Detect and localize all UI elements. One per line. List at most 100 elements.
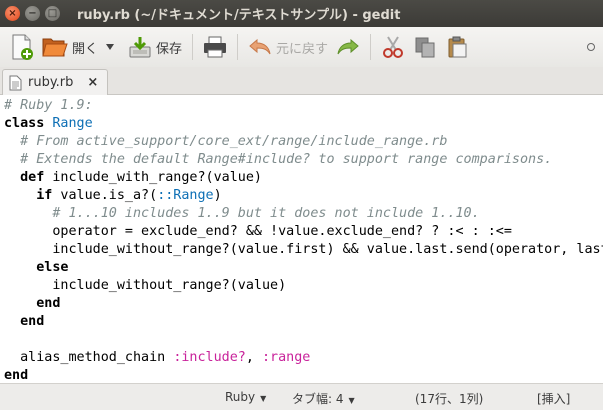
cut-button[interactable] bbox=[377, 31, 409, 63]
tab-label: ruby.rb bbox=[28, 75, 74, 90]
open-button[interactable]: 開く bbox=[38, 31, 102, 63]
scissors-icon bbox=[383, 36, 404, 58]
code-token-const: Range bbox=[52, 116, 93, 131]
dropdown-arrow-icon: ▼ bbox=[260, 394, 267, 403]
save-button-label: 保存 bbox=[156, 41, 183, 57]
code-line: # Ruby 1.9: bbox=[4, 97, 603, 115]
copy-button[interactable] bbox=[409, 31, 441, 63]
toolbar-separator bbox=[370, 34, 372, 60]
code-line: alias_method_chain :include?, :range bbox=[4, 349, 603, 367]
text-file-icon bbox=[9, 75, 22, 90]
tab-width-label: タブ幅: 4 bbox=[292, 392, 344, 406]
undo-button-label: 元に戻す bbox=[276, 41, 329, 57]
code-token-plain: ) bbox=[213, 188, 222, 203]
redo-icon bbox=[337, 38, 359, 55]
code-token-plain: include_with_range?(value) bbox=[44, 170, 262, 185]
code-line: # 1...10 includes 1..9 but it does not i… bbox=[4, 205, 603, 223]
code-line: if value.is_a?(::Range) bbox=[4, 187, 603, 205]
code-token-comment: # From active_support/core_ext/range/inc… bbox=[20, 134, 448, 149]
code-token-comment: # 1...10 includes 1..9 but it does not i… bbox=[52, 206, 480, 221]
code-line: end bbox=[4, 313, 603, 331]
language-label: Ruby bbox=[225, 390, 256, 404]
language-selector[interactable]: Ruby ▼ bbox=[225, 390, 266, 404]
toolbar-overflow-icon bbox=[587, 43, 595, 51]
window-title: ruby.rb (~/ドキュメント/テキストサンプル) - gedit bbox=[77, 8, 401, 23]
statusbar: Ruby ▼ タブ幅: 4 ▼ (17行、1列) [挿入] bbox=[0, 383, 603, 410]
folder-open-icon bbox=[42, 38, 68, 57]
redo-button[interactable] bbox=[332, 31, 364, 63]
insert-mode-indicator: [挿入] bbox=[537, 392, 571, 406]
code-token-plain: , bbox=[245, 350, 262, 365]
tab-width-selector[interactable]: タブ幅: 4 ▼ bbox=[292, 390, 355, 407]
tab-close-button[interactable]: × bbox=[87, 75, 98, 90]
copy-icon bbox=[415, 37, 435, 58]
code-token-comment: # Extends the default Range#include? to … bbox=[20, 152, 553, 167]
code-text: # Ruby 1.9: class Range # From active_sup… bbox=[4, 97, 603, 383]
code-token-plain: alias_method_chain bbox=[4, 350, 174, 365]
window-controls: × − □ bbox=[5, 6, 65, 21]
toolbar-separator bbox=[237, 34, 239, 60]
code-line: # From active_support/core_ext/range/inc… bbox=[4, 133, 603, 151]
toolbar: 開く 保存 元に戻す bbox=[0, 27, 603, 67]
close-icon: × bbox=[8, 8, 17, 19]
close-window-button[interactable]: × bbox=[5, 6, 20, 21]
code-token-plain: include_without_range?(value.first) && v… bbox=[4, 242, 603, 257]
printer-icon bbox=[204, 36, 227, 58]
dropdown-arrow-icon: ▼ bbox=[348, 396, 355, 405]
toolbar-overflow-button[interactable] bbox=[583, 31, 599, 63]
code-token-plain: include_without_range?(value) bbox=[4, 278, 287, 293]
undo-icon bbox=[249, 38, 271, 55]
paste-button[interactable] bbox=[441, 31, 473, 63]
new-document-button[interactable] bbox=[6, 31, 38, 63]
code-token-kw: def bbox=[20, 170, 45, 185]
code-line: else bbox=[4, 259, 603, 277]
code-line: # Extends the default Range#include? to … bbox=[4, 151, 603, 169]
minimize-icon: − bbox=[28, 8, 37, 19]
code-token-plain: operator = exclude_end? && !value.exclud… bbox=[4, 224, 512, 239]
toolbar-separator bbox=[192, 34, 194, 60]
window-titlebar: × − □ ruby.rb (~/ドキュメント/テキストサンプル) - gedi… bbox=[0, 0, 603, 27]
print-button[interactable] bbox=[199, 31, 231, 63]
code-editor[interactable]: # Ruby 1.9: class Range # From active_sup… bbox=[0, 95, 603, 383]
code-token-kw: end bbox=[20, 314, 45, 329]
code-line: end bbox=[4, 367, 603, 383]
code-line: end bbox=[4, 295, 603, 313]
code-token-const: ::Range bbox=[157, 188, 214, 203]
save-button[interactable]: 保存 bbox=[124, 31, 186, 63]
code-line: class Range bbox=[4, 115, 603, 133]
minimize-window-button[interactable]: − bbox=[25, 6, 40, 21]
tab-ruby-rb[interactable]: ruby.rb × bbox=[2, 69, 108, 95]
undo-button[interactable]: 元に戻す bbox=[244, 31, 332, 63]
save-icon bbox=[129, 37, 151, 58]
document-tabbar: ruby.rb × bbox=[0, 67, 603, 95]
code-token-kw: class bbox=[4, 116, 45, 131]
code-token-kw: else bbox=[36, 260, 69, 275]
open-recent-dropdown[interactable] bbox=[102, 31, 118, 63]
code-line: include_without_range?(value.first) && v… bbox=[4, 241, 603, 259]
code-line: include_without_range?(value) bbox=[4, 277, 603, 295]
maximize-window-button[interactable]: □ bbox=[45, 6, 60, 21]
code-token-kw: end bbox=[36, 296, 61, 311]
code-token-kw: if bbox=[36, 188, 53, 203]
dropdown-arrow-icon bbox=[106, 44, 115, 50]
new-document-icon bbox=[12, 34, 33, 60]
code-token-plain: value.is_a?( bbox=[52, 188, 158, 203]
code-token-comment: # Ruby 1.9: bbox=[4, 98, 93, 113]
cursor-position: (17行、1列) bbox=[415, 392, 484, 406]
open-button-label: 開く bbox=[72, 41, 99, 57]
clipboard-icon bbox=[448, 36, 467, 58]
code-token-sym: :include? bbox=[173, 350, 246, 365]
code-token-kw: end bbox=[4, 368, 29, 383]
maximize-icon: □ bbox=[47, 8, 58, 19]
code-token-sym: :range bbox=[262, 350, 311, 365]
code-line: def include_with_range?(value) bbox=[4, 169, 603, 187]
